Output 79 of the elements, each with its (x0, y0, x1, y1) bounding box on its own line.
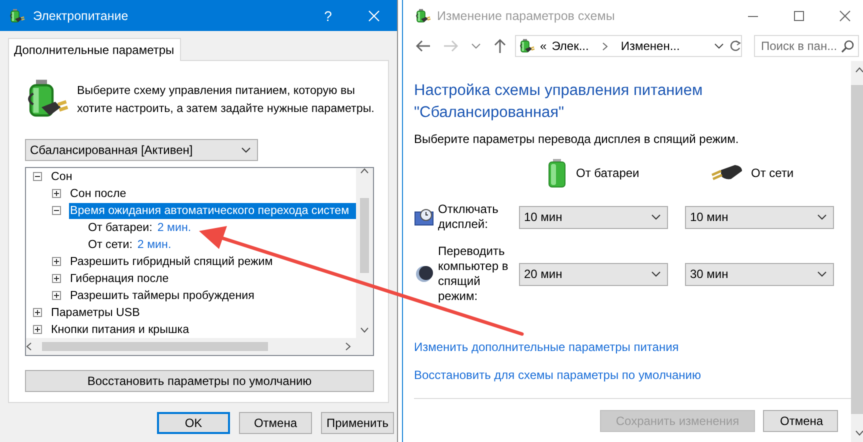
chevron-down-icon (817, 214, 827, 220)
collapse-icon[interactable] (52, 206, 61, 215)
setting-value[interactable]: 2 мин. (137, 238, 172, 251)
expand-icon[interactable] (33, 325, 42, 334)
time-dropdown[interactable]: 30 мин (685, 262, 834, 286)
expand-icon[interactable] (33, 308, 42, 317)
chevron-down-icon (714, 43, 724, 49)
recent-pages-icon[interactable] (471, 43, 481, 49)
time-dropdown[interactable]: 10 мин (519, 206, 668, 228)
scroll-up-icon[interactable] (855, 67, 863, 73)
tree-item[interactable]: Сон после (69, 186, 128, 202)
battery-plug-icon (519, 38, 535, 54)
chevron-down-icon (241, 147, 251, 153)
window-title: Электропитание (33, 8, 130, 22)
expand-icon[interactable] (52, 257, 61, 266)
battery-icon (546, 158, 568, 188)
back-arrow-icon[interactable] (415, 39, 431, 53)
cancel-button[interactable]: Отмена (239, 412, 312, 434)
setting-value[interactable]: 2 мин. (157, 221, 192, 234)
collapse-icon[interactable] (33, 172, 42, 181)
search-icon (841, 40, 854, 52)
battery-plug-icon (415, 8, 431, 24)
chevron-right-icon (602, 42, 608, 50)
close-icon[interactable] (839, 10, 851, 22)
search-field[interactable]: Поиск в пан... (754, 35, 859, 57)
tree-item[interactable]: Разрешить гибридный спящий режим (69, 254, 275, 270)
settings-link[interactable]: Восстановить для схемы параметры по умолчанию (414, 368, 701, 382)
settings-link[interactable]: Изменить дополнительные параметры питания (414, 340, 679, 354)
chevron-down-icon (651, 214, 661, 220)
plan-heading: Настройка схемы управления питанием "Сбалансированная" (414, 81, 704, 123)
restore-defaults-button[interactable]: Восстановить параметры по умолчанию (25, 370, 374, 392)
moon-icon (414, 264, 434, 284)
tree-item[interactable]: Сон (50, 168, 74, 184)
column-header: От батареи (576, 166, 640, 180)
tree-item[interactable]: Время ожидания автоматического перехода систем (69, 202, 356, 218)
window-title: Изменение параметров схемы (437, 8, 616, 22)
scroll-down-icon[interactable] (360, 327, 369, 333)
time-dropdown[interactable]: 20 мин (519, 262, 668, 286)
tree-item[interactable]: Гибернация после (69, 270, 171, 286)
up-arrow-icon[interactable] (493, 38, 507, 54)
breadcrumb-overflow[interactable]: « (540, 39, 547, 53)
setting-label: От сети: (88, 238, 132, 251)
intro-text: Выберите схему управления питанием, которую вы хотите настроить, а затем задайте нужные параметры. (77, 83, 376, 117)
tab[interactable]: Дополнительные параметры (8, 38, 182, 61)
breadcrumb-item[interactable]: Изменен... (620, 39, 680, 53)
maximize-icon[interactable] (793, 10, 805, 22)
breadcrumb-item[interactable]: Элек... (552, 39, 589, 53)
scrollbar-thumb[interactable] (360, 198, 369, 273)
scroll-right-icon[interactable] (345, 342, 351, 351)
scroll-left-icon[interactable] (26, 342, 32, 351)
search-input[interactable]: Поиск в пан... (761, 39, 841, 53)
expand-icon[interactable] (52, 274, 61, 283)
expand-icon[interactable] (52, 189, 61, 198)
ok-button[interactable]: OK (157, 412, 230, 434)
column-header: От сети (751, 166, 794, 180)
help-button[interactable]: ? (305, 8, 351, 24)
chevron-down-icon (817, 271, 827, 277)
tree-item[interactable]: Кнопки питания и крышка (50, 322, 192, 338)
plan-dropdown[interactable]: Сбалансированная [Активен] (25, 139, 258, 161)
scrollbar-thumb[interactable] (42, 342, 268, 351)
expand-icon[interactable] (52, 291, 61, 300)
monitor-clock-icon (414, 207, 434, 227)
time-dropdown[interactable]: 10 мин (685, 206, 834, 228)
tree-item[interactable]: Разрешить таймеры пробуждения (69, 288, 256, 304)
scroll-up-icon[interactable] (360, 168, 369, 174)
tree-item[interactable]: Параметры USB (50, 304, 142, 320)
scroll-down-icon[interactable] (855, 430, 863, 436)
vertical-scrollbar[interactable] (356, 168, 373, 338)
setting-label: Отключать дисплей: (438, 202, 500, 232)
section-description: Выберите параметры перевода дисплея в спящий режим. (414, 132, 740, 146)
horizontal-scrollbar[interactable] (26, 338, 356, 355)
chevron-down-icon (651, 271, 661, 277)
cancel-button[interactable]: Отмена (763, 410, 838, 432)
address-bar[interactable]: « Элек... Изменен... (515, 35, 742, 57)
refresh-icon[interactable] (729, 39, 741, 53)
battery-plug-icon (9, 8, 25, 24)
setting-label: От батареи: (88, 221, 152, 234)
setting-label: Переводить компьютер в спящий режим: (438, 244, 510, 304)
apply-button[interactable]: Применить (321, 412, 394, 434)
